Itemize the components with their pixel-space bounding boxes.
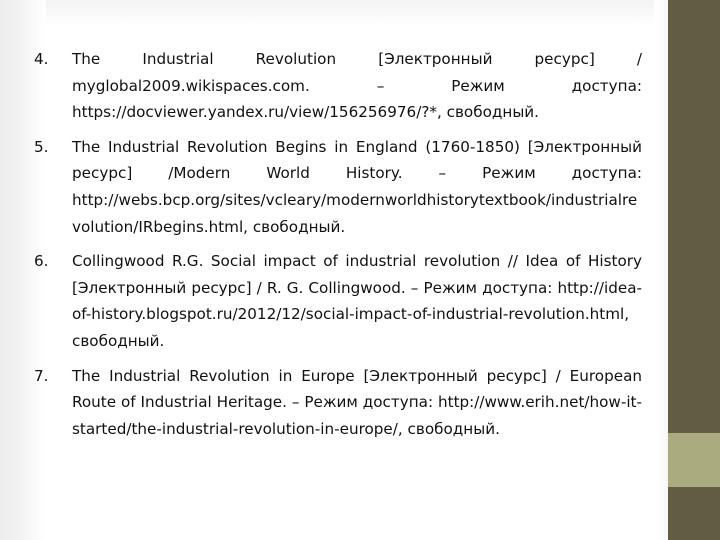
list-item-text: Collingwood R.G. Social impact of indust…: [72, 252, 642, 350]
list-item: 6. Collingwood R.G. Social impact of ind…: [0, 248, 668, 354]
decorative-right-bar-accent-band: [668, 433, 720, 487]
list-item-text: The Industrial Revolution Begins in Engl…: [72, 137, 642, 236]
reference-list-container: 4. The Industrial Revolution [Электронны…: [0, 46, 668, 540]
list-item-text: The Industrial Revolution in Europe [Эле…: [72, 366, 642, 438]
list-item: 7. The Industrial Revolution in Europe […: [0, 363, 668, 443]
list-item: 5. The Industrial Revolution Begins in E…: [0, 134, 668, 240]
list-item-marker: 7.: [34, 366, 49, 385]
list-item-text: The Industrial Revolution [Электронный р…: [72, 50, 642, 122]
background-top-shading: [0, 0, 720, 26]
list-item: 4. The Industrial Revolution [Электронны…: [0, 46, 668, 126]
list-item-marker: 6.: [34, 252, 49, 271]
reference-list: 4. The Industrial Revolution [Электронны…: [0, 46, 668, 442]
list-item-marker: 5.: [34, 137, 49, 156]
list-item-marker: 4.: [34, 50, 49, 68]
slide: 4. The Industrial Revolution [Электронны…: [0, 0, 720, 540]
